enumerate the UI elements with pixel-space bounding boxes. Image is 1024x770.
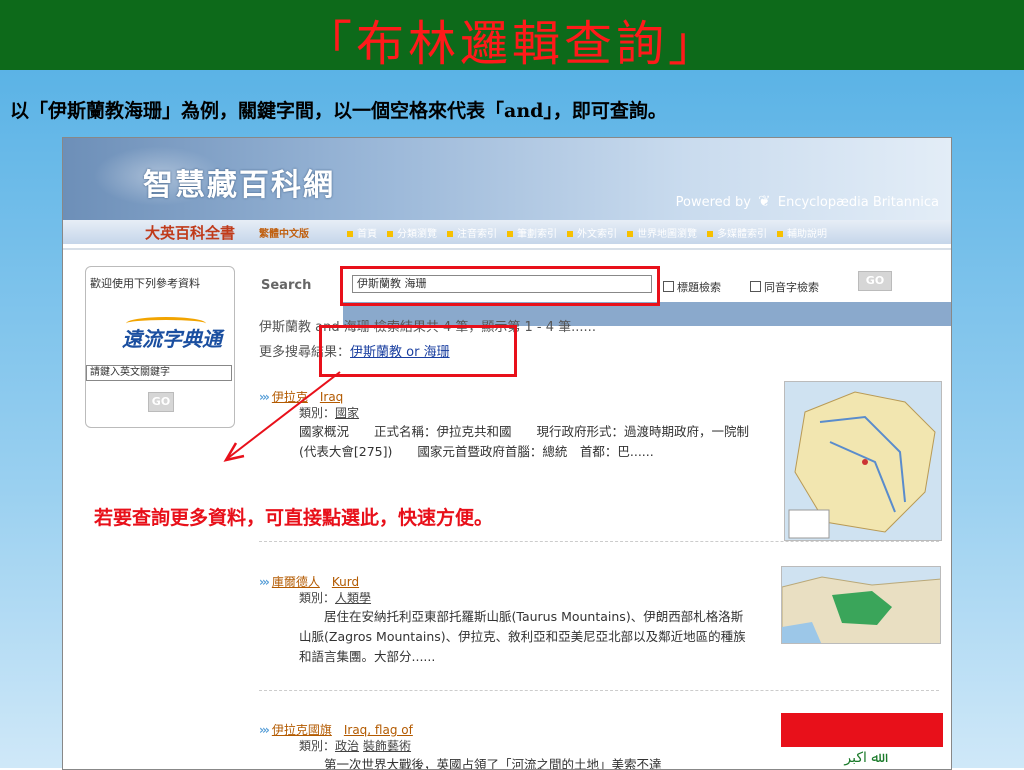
kurd-map-thumbnail[interactable] — [781, 566, 941, 644]
powered-by-label: Powered by — [675, 195, 751, 210]
title-search-option[interactable]: 標題檢索 — [663, 279, 721, 295]
nav-links: 首頁 分類瀏覽 注音索引 筆劃索引 外文索引 世界地圖瀏覽 多媒體索引 輔助說明 — [343, 225, 833, 240]
dict-logo[interactable]: 遠流字典通 — [122, 323, 222, 352]
result-link-zh[interactable]: 庫爾德人 — [272, 575, 320, 589]
category-label: 類別： — [299, 739, 336, 753]
result-description: 國家概況 正式名稱：伊拉克共和國 現行政府形式：過渡時期政府，一院制(代表大會[… — [299, 424, 750, 459]
nav-category[interactable]: 分類瀏覽 — [383, 225, 443, 240]
nav-zhuyin-index[interactable]: 注音索引 — [443, 225, 503, 240]
powered-by: Powered by ❦ Encyclopædia Britannica — [676, 192, 939, 210]
result-title: ››› 伊拉克國旗 Iraq, flag of — [259, 721, 413, 738]
iraq-flag-thumbnail[interactable]: ﷲ ﺍﻛﺒﺮ — [781, 713, 943, 769]
homophone-search-label: 同音字檢索 — [764, 281, 819, 294]
result-arrow-icon: ››› — [259, 723, 270, 737]
nav-stroke-index[interactable]: 筆劃索引 — [503, 225, 563, 240]
nav-help[interactable]: 輔助說明 — [773, 225, 833, 240]
result-arrow-icon: ››› — [259, 390, 270, 404]
slide-subtitle: 以「伊斯蘭教海珊」為例，關鍵字間，以一個空格來代表「and」，即可查詢。 — [10, 100, 667, 122]
map-image — [782, 576, 940, 643]
partner-name: Encyclopædia Britannica — [777, 195, 939, 210]
result-category: 類別：人類學 — [299, 589, 375, 606]
keyword-input[interactable]: 請鍵入英文關鍵字 — [86, 365, 232, 381]
category-link[interactable]: 政治 — [335, 739, 359, 753]
nav-multimedia-index[interactable]: 多媒體索引 — [703, 225, 773, 240]
result-link-en[interactable]: Kurd — [332, 575, 359, 589]
sidebar-panel: 歡迎使用下列參考資料 遠流字典通 請鍵入英文關鍵字 GO — [85, 266, 235, 428]
checkbox-icon — [750, 281, 761, 292]
result-item: ››› 庫爾德人 Kurd 類別：人類學 居住在安納托利亞東部托羅斯山脈(Tauru… — [259, 573, 755, 683]
search-label: Search — [261, 278, 312, 293]
nav-foreign-index[interactable]: 外文索引 — [563, 225, 623, 240]
result-link-zh[interactable]: 伊拉克 — [272, 390, 308, 404]
brand-name[interactable]: 大英百科全書 — [145, 222, 235, 243]
site-banner: 智慧藏百科網 Powered by ❦ Encyclopædia Britann… — [63, 138, 951, 220]
result-item: ››› 伊拉克 Iraq 類別：國家 國家概況 正式名稱：伊拉克共和國 現行政府形式… — [259, 388, 755, 498]
search-go-button[interactable]: GO — [858, 271, 892, 291]
thistle-icon: ❦ — [758, 192, 771, 210]
sidebar-go-button[interactable]: GO — [148, 392, 174, 412]
slide-title: 「布林邏輯查詢」 — [303, 16, 720, 72]
result-separator — [259, 541, 939, 543]
category-link[interactable]: 國家 — [335, 406, 359, 420]
edition-label: 繁體中文版 — [259, 229, 309, 240]
result-separator — [259, 690, 939, 692]
category-link[interactable]: 裝飾藝術 — [363, 739, 411, 753]
category-label: 類別： — [299, 406, 336, 420]
result-link-en[interactable]: Iraq, flag of — [344, 723, 413, 737]
website-screenshot: 智慧藏百科網 Powered by ❦ Encyclopædia Britann… — [62, 137, 952, 770]
sidebar-heading: 歡迎使用下列參考資料 — [90, 277, 200, 290]
flag-white-band: ﷲ ﺍﻛﺒﺮ — [781, 747, 943, 769]
title-search-label: 標題檢索 — [677, 281, 721, 294]
result-arrow-icon: ››› — [259, 575, 270, 589]
site-navbar: 大英百科全書 繁體中文版 首頁 分類瀏覽 注音索引 筆劃索引 外文索引 世界地圖… — [63, 220, 951, 326]
category-label: 類別： — [299, 591, 336, 605]
result-title: ››› 庫爾德人 Kurd — [259, 573, 359, 590]
result-category: 類別：政治 裝飾藝術 — [299, 737, 415, 754]
flag-red-band — [781, 713, 943, 747]
result-item: ››› 伊拉克國旗 Iraq, flag of 類別：政治 裝飾藝術 第一次世界大戰後… — [259, 721, 755, 769]
result-category: 類別：國家 — [299, 404, 363, 421]
more-link-highlight-box — [319, 325, 517, 377]
site-logo[interactable]: 智慧藏百科網 — [143, 160, 335, 204]
nav-home[interactable]: 首頁 — [343, 225, 383, 240]
nav-world-map[interactable]: 世界地圖瀏覽 — [623, 225, 703, 240]
header-divider — [63, 248, 951, 250]
result-link-zh[interactable]: 伊拉克國旗 — [272, 723, 332, 737]
result-link-en[interactable]: Iraq — [320, 390, 343, 404]
result-title: ››› 伊拉克 Iraq — [259, 388, 343, 405]
checkbox-icon — [663, 281, 674, 292]
result-description: 居住在安納托利亞東部托羅斯山脈(Taurus Mountains)、伊朗西部札格… — [299, 609, 746, 664]
iraq-map-thumbnail[interactable] — [784, 381, 942, 541]
annotation-text: 若要查詢更多資料，可直接點選此，快速方便。 — [94, 507, 494, 529]
homophone-search-option[interactable]: 同音字檢索 — [750, 279, 819, 295]
category-link[interactable]: 人類學 — [335, 591, 371, 605]
map-image — [788, 391, 936, 539]
search-highlight-box — [340, 266, 660, 306]
